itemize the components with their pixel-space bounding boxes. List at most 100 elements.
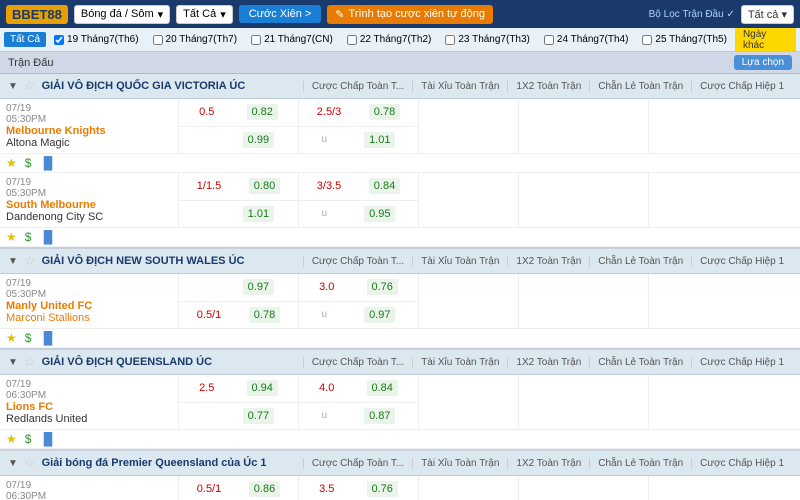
away-odd-lions[interactable]: 0.77 [243, 408, 274, 424]
tab-22-checkbox[interactable] [347, 35, 357, 45]
bo-loc-label: Bộ Lọc Trận Đầu ✓ [649, 9, 735, 20]
toggle-icon-victoria[interactable]: ▼ [8, 81, 18, 92]
col-taixiu-header-v: Tài Xỉu Toàn Trận [412, 81, 507, 92]
chap-cell-south: 1/1.5 0.80 1.01 [178, 173, 298, 227]
handicap-southside: 0.5/1 [197, 483, 221, 495]
team-away-altona[interactable]: Altona Magic [6, 137, 172, 149]
star-icon-victoria[interactable]: ☆ [24, 78, 36, 94]
star-icon-nsw[interactable]: ☆ [24, 253, 36, 269]
tab-21-checkbox[interactable] [251, 35, 261, 45]
taixiu-cell-southside: 3.5 0.76 u 0.95 [298, 476, 418, 500]
under-odd-south[interactable]: 0.95 [364, 206, 395, 222]
tab-25-checkbox[interactable] [642, 35, 652, 45]
chart-tool-south[interactable]: ▐▌ [39, 230, 56, 244]
dollar-tool-manly[interactable]: $ [25, 331, 32, 345]
under-odd-manly[interactable]: 0.97 [364, 307, 395, 323]
tab-19-thang7[interactable]: 19 Tháng7(Th6) [48, 32, 145, 47]
star-tool-lions[interactable]: ★ [6, 432, 17, 446]
chap-home-row-south: 1/1.5 0.80 [179, 173, 298, 200]
league-title-qld: ▼ ☆ GIẢI VÔ ĐỊCH QUEENSLAND ÚC Cược Chấp… [0, 350, 800, 375]
toggle-icon-nsw[interactable]: ▼ [8, 256, 18, 267]
team-home-manly[interactable]: Manly United FC [6, 300, 172, 312]
home-odd-melbourne[interactable]: 0.82 [247, 104, 278, 120]
filter-dropdown[interactable]: Tất Cả ▾ [176, 5, 233, 24]
taixiu-cell-south: 3/3.5 0.84 u 0.95 [298, 173, 418, 227]
away-odd-melbourne[interactable]: 0.99 [243, 132, 274, 148]
match-date-south: 07/19 [6, 177, 172, 188]
tools-row-melbourne: ★ $ ▐▌ [0, 154, 800, 173]
chap-cell-melbourne: 0.5 0.82 0.99 [178, 99, 298, 153]
under-odd-lions[interactable]: 0.87 [364, 408, 395, 424]
team-home-lions[interactable]: Lions FC [6, 401, 172, 413]
chevron-down-icon2: ▾ [220, 8, 226, 21]
tab-21-thang7[interactable]: 21 Tháng7(CN) [245, 32, 339, 47]
right-filter-dropdown[interactable]: Tất cả ▾ [741, 5, 794, 24]
match-time-lions: 06:30PM [6, 390, 172, 401]
tab-ngay-khac[interactable]: Ngày khác [735, 28, 796, 52]
col-1x2-nsw: 1X2 Toàn Trận [507, 256, 589, 267]
league-section-premier-qld: ▼ ☆ Giải bóng đá Premier Queensland của … [0, 451, 800, 500]
col-chan-qld: Chẵn Lẻ Toàn Trận [589, 357, 691, 368]
home-odd-manly[interactable]: 0.97 [243, 279, 274, 295]
sport-label: Bóng đá / Sôm [81, 8, 154, 20]
handicap-south: 1/1.5 [197, 180, 221, 192]
toggle-icon-pqld[interactable]: ▼ [8, 458, 18, 469]
hiep1-cell-melbourne [648, 99, 800, 153]
tab-25-thang7[interactable]: 25 Tháng7(Th5) [636, 32, 733, 47]
dollar-tool-melbourne[interactable]: $ [25, 156, 32, 170]
tab-24-checkbox[interactable] [544, 35, 554, 45]
star-icon-qld[interactable]: ☆ [24, 354, 36, 370]
sport-dropdown[interactable]: Bóng đá / Sôm ▾ [74, 5, 170, 24]
away-odd-south[interactable]: 1.01 [243, 206, 274, 222]
tab-24-thang7[interactable]: 24 Tháng7(Th4) [538, 32, 635, 47]
over-odd-melbourne[interactable]: 0.78 [369, 104, 400, 120]
match-info-melbourne: 07/19 05:30PM Melbourne Knights Altona M… [0, 99, 178, 153]
team-away-redlands[interactable]: Redlands United [6, 413, 172, 425]
tab-20-thang7[interactable]: 20 Tháng7(Th7) [147, 32, 244, 47]
match-info-lions: 07/19 06:30PM Lions FC Redlands United [0, 375, 178, 429]
away-odd-manly[interactable]: 0.78 [249, 307, 280, 323]
col-chan-pqld: Chẵn Lẻ Toàn Trận [589, 458, 691, 469]
dollar-tool-south[interactable]: $ [25, 230, 32, 244]
tab-23-thang7[interactable]: 23 Tháng7(Th3) [439, 32, 536, 47]
chart-tool-lions[interactable]: ▐▌ [39, 432, 56, 446]
star-icon-pqld[interactable]: ☆ [24, 455, 36, 471]
dollar-tool-lions[interactable]: $ [25, 432, 32, 446]
tab-19-checkbox[interactable] [54, 35, 64, 45]
tab-ngay-khac-label: Ngày khác [743, 29, 766, 51]
filter-button[interactable]: Lựa chọn [734, 55, 792, 70]
tab-22-label: 22 Tháng7(Th2) [360, 34, 432, 45]
tab-20-checkbox[interactable] [153, 35, 163, 45]
toggle-icon-qld[interactable]: ▼ [8, 357, 18, 368]
team-away-marconi[interactable]: Marconi Stallions [6, 312, 172, 324]
star-tool-manly[interactable]: ★ [6, 331, 17, 345]
over-odd-southside[interactable]: 0.76 [367, 481, 398, 497]
tab-tat-ca[interactable]: Tất Cả [4, 32, 46, 47]
handicap-melbourne: 0.5 [199, 106, 214, 118]
star-tool-melbourne[interactable]: ★ [6, 156, 17, 170]
col-hiep1-qld: Cược Chấp Hiệp 1 [691, 357, 792, 368]
tab-22-thang7[interactable]: 22 Tháng7(Th2) [341, 32, 438, 47]
chart-tool-manly[interactable]: ▐▌ [39, 331, 56, 345]
chart-tool-melbourne[interactable]: ▐▌ [39, 156, 56, 170]
trinh-tao-button[interactable]: ✎ Trình tạo cược xiên tự động [327, 5, 493, 24]
match-info-south: 07/19 05:30PM South Melbourne Dandenong … [0, 173, 178, 227]
tab-23-checkbox[interactable] [445, 35, 455, 45]
team-away-dandenong[interactable]: Dandenong City SC [6, 211, 172, 223]
col-hiep1-header-v: Cược Chấp Hiệp 1 [691, 81, 792, 92]
star-tool-south[interactable]: ★ [6, 230, 17, 244]
over-odd-manly[interactable]: 0.76 [367, 279, 398, 295]
cuoc-xien-button[interactable]: Cước Xiên > [239, 5, 322, 23]
team-home-melbourne[interactable]: Melbourne Knights [6, 125, 172, 137]
tab-25-label: 25 Tháng7(Th5) [655, 34, 727, 45]
under-odd-melbourne[interactable]: 1.01 [364, 132, 395, 148]
league-name-premier-qld: Giải bóng đá Premier Queensland của Úc 1 [42, 457, 267, 469]
taixiu-over-row-lions: 4.0 0.84 [299, 375, 418, 402]
col-chan-header-v: Chẵn Lẻ Toàn Trận [589, 81, 691, 92]
home-odd-lions[interactable]: 0.94 [247, 380, 278, 396]
over-odd-south[interactable]: 0.84 [369, 178, 400, 194]
team-home-south[interactable]: South Melbourne [6, 199, 172, 211]
over-odd-lions[interactable]: 0.84 [367, 380, 398, 396]
home-odd-south[interactable]: 0.80 [249, 178, 280, 194]
home-odd-southside[interactable]: 0.86 [249, 481, 280, 497]
